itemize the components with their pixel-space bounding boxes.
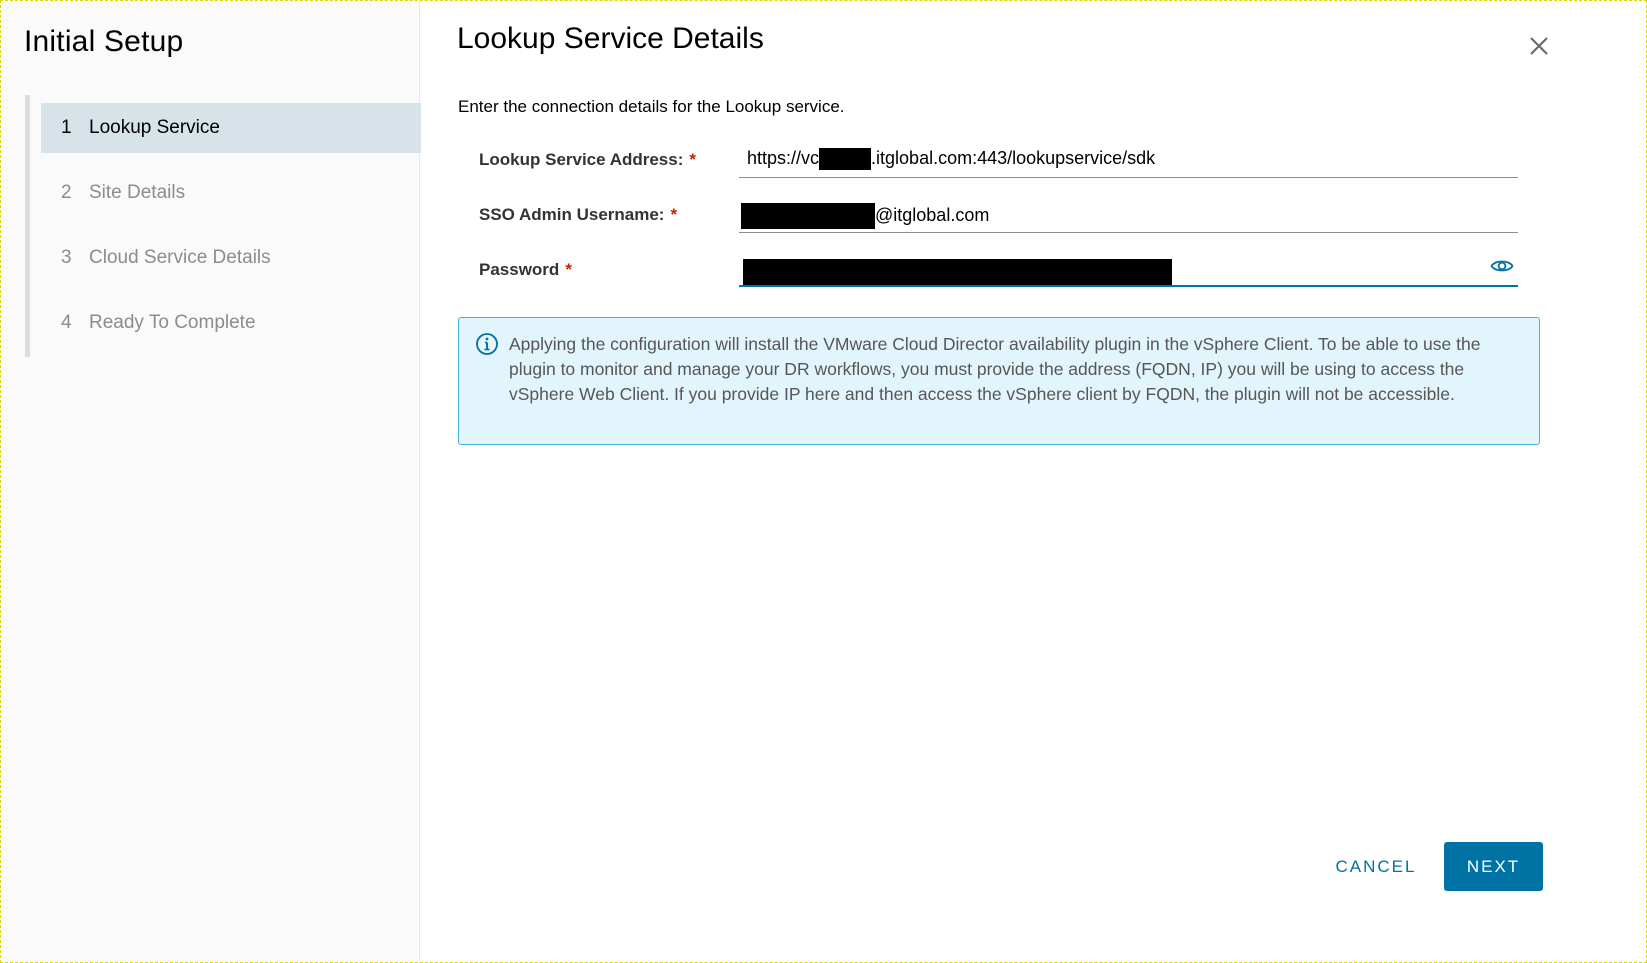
lookup-address-input[interactable]: https://vc .itglobal.com:443/lookupservic… bbox=[739, 142, 1518, 178]
intro-text: Enter the connection details for the Loo… bbox=[458, 97, 845, 116]
lookup-address-label: Lookup Service Address: * bbox=[479, 150, 696, 170]
close-button[interactable] bbox=[1526, 33, 1552, 59]
eye-icon bbox=[1490, 260, 1514, 272]
info-alert: Applying the configuration will install … bbox=[458, 317, 1540, 445]
redaction-block bbox=[819, 148, 872, 171]
step-number: 2 bbox=[61, 182, 72, 203]
value-suffix: .itglobal.com:443/lookupservice/sdk bbox=[871, 148, 1156, 168]
info-circle-icon bbox=[476, 333, 498, 355]
show-password-button[interactable] bbox=[1490, 257, 1514, 275]
sso-username-label: SSO Admin Username: * bbox=[479, 205, 677, 225]
wizard-stepper: 1 Lookup Service 2 Site Details 3 Cloud … bbox=[25, 95, 426, 357]
next-button[interactable]: NEXT bbox=[1444, 842, 1543, 891]
step-number: 3 bbox=[61, 247, 72, 268]
step-site-details[interactable]: 2 Site Details bbox=[41, 168, 426, 218]
wizard-sidebar: Initial Setup 1 Lookup Service 2 Site De… bbox=[1, 1, 426, 961]
close-icon bbox=[1530, 37, 1548, 55]
step-label: Lookup Service bbox=[89, 117, 220, 138]
required-marker: * bbox=[670, 205, 678, 224]
value-suffix: @itglobal.com bbox=[875, 204, 990, 225]
wizard-title: Initial Setup bbox=[24, 25, 184, 58]
password-redaction bbox=[743, 259, 1172, 285]
value-prefix: https://vc bbox=[747, 148, 820, 168]
step-ready-to-complete[interactable]: 4 Ready To Complete bbox=[41, 298, 426, 348]
cancel-button[interactable]: CANCEL bbox=[1316, 843, 1436, 891]
page-title: Lookup Service Details bbox=[457, 22, 764, 55]
sso-username-value: @itglobal.com bbox=[741, 203, 989, 229]
step-lookup-service[interactable]: 1 Lookup Service bbox=[41, 103, 426, 153]
lookup-address-value: https://vc .itglobal.com:443/lookupservic… bbox=[747, 148, 1156, 171]
wizard-content: Lookup Service Details Enter the connect… bbox=[421, 1, 1646, 961]
step-number: 4 bbox=[61, 312, 72, 333]
step-label: Site Details bbox=[89, 182, 186, 203]
sso-username-input[interactable]: @itglobal.com bbox=[739, 197, 1518, 233]
label-text: SSO Admin Username: bbox=[479, 205, 665, 224]
alert-text: Applying the configuration will install … bbox=[509, 334, 1481, 404]
step-label: Ready To Complete bbox=[89, 312, 256, 333]
step-cloud-service-details[interactable]: 3 Cloud Service Details bbox=[41, 233, 426, 283]
step-number: 1 bbox=[61, 117, 72, 138]
redaction-block bbox=[741, 203, 875, 229]
label-text: Password bbox=[479, 260, 560, 279]
password-label: Password * bbox=[479, 260, 572, 280]
step-label: Cloud Service Details bbox=[89, 247, 271, 268]
label-text: Lookup Service Address: bbox=[479, 150, 684, 169]
required-marker: * bbox=[689, 150, 696, 169]
required-marker: * bbox=[565, 260, 572, 279]
password-input[interactable] bbox=[739, 251, 1518, 287]
